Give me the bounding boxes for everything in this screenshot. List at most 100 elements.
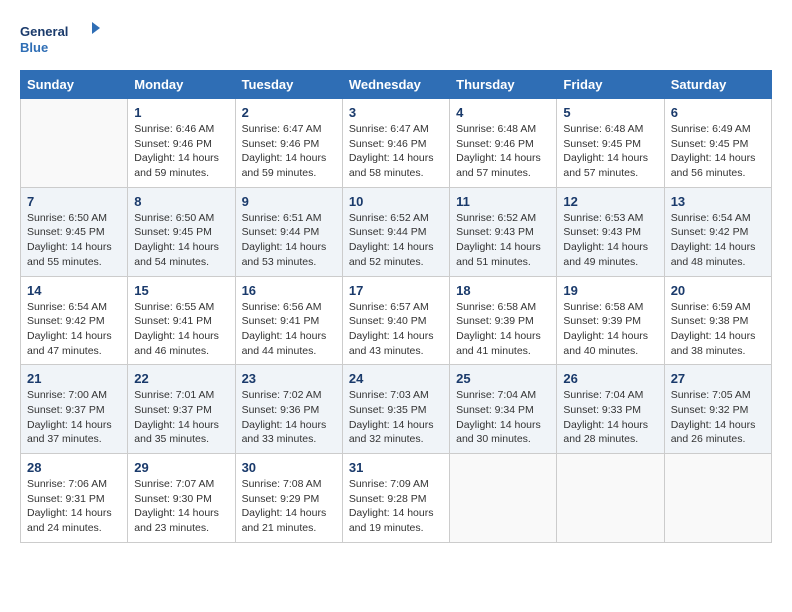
day-info: Sunrise: 6:55 AM Sunset: 9:41 PM Dayligh…	[134, 300, 228, 359]
day-info: Sunrise: 6:47 AM Sunset: 9:46 PM Dayligh…	[242, 122, 336, 181]
header-day-wednesday: Wednesday	[342, 71, 449, 99]
day-info: Sunrise: 6:58 AM Sunset: 9:39 PM Dayligh…	[563, 300, 657, 359]
header-row: SundayMondayTuesdayWednesdayThursdayFrid…	[21, 71, 772, 99]
day-number: 29	[134, 460, 228, 475]
calendar-cell: 28 Sunrise: 7:06 AM Sunset: 9:31 PM Dayli…	[21, 454, 128, 543]
day-number: 25	[456, 371, 550, 386]
day-info: Sunrise: 6:59 AM Sunset: 9:38 PM Dayligh…	[671, 300, 765, 359]
svg-text:General: General	[20, 24, 68, 39]
calendar-cell: 6Sunrise: 6:49 AM Sunset: 9:45 PM Daylig…	[664, 99, 771, 188]
calendar-cell: 9Sunrise: 6:51 AM Sunset: 9:44 PM Daylig…	[235, 187, 342, 276]
day-info: Sunrise: 6:50 AM Sunset: 9:45 PM Dayligh…	[27, 211, 121, 270]
day-info: Sunrise: 6:54 AM Sunset: 9:42 PM Dayligh…	[27, 300, 121, 359]
day-number: 14	[27, 283, 121, 298]
day-info: Sunrise: 7:05 AM Sunset: 9:32 PM Dayligh…	[671, 388, 765, 447]
calendar-cell: 22Sunrise: 7:01 AM Sunset: 9:37 PM Dayli…	[128, 365, 235, 454]
day-info: Sunrise: 6:46 AM Sunset: 9:46 PM Dayligh…	[134, 122, 228, 181]
day-number: 28	[27, 460, 121, 475]
calendar-cell: 8 Sunrise: 6:50 AM Sunset: 9:45 PM Daylig…	[128, 187, 235, 276]
calendar-cell: 27 Sunrise: 7:05 AM Sunset: 9:32 PM Dayli…	[664, 365, 771, 454]
day-number: 19	[563, 283, 657, 298]
day-info: Sunrise: 6:48 AM Sunset: 9:46 PM Dayligh…	[456, 122, 550, 181]
calendar-cell: 3 Sunrise: 6:47 AM Sunset: 9:46 PM Daylig…	[342, 99, 449, 188]
day-number: 2	[242, 105, 336, 120]
calendar-cell: 2 Sunrise: 6:47 AM Sunset: 9:46 PM Daylig…	[235, 99, 342, 188]
calendar-cell: 14 Sunrise: 6:54 AM Sunset: 9:42 PM Dayli…	[21, 276, 128, 365]
header-day-saturday: Saturday	[664, 71, 771, 99]
day-number: 20	[671, 283, 765, 298]
calendar-cell: 29Sunrise: 7:07 AM Sunset: 9:30 PM Dayli…	[128, 454, 235, 543]
calendar-cell: 5 Sunrise: 6:48 AM Sunset: 9:45 PM Daylig…	[557, 99, 664, 188]
calendar-cell	[21, 99, 128, 188]
day-info: Sunrise: 7:09 AM Sunset: 9:28 PM Dayligh…	[349, 477, 443, 536]
calendar-cell	[450, 454, 557, 543]
day-number: 11	[456, 194, 550, 209]
calendar-cell: 10Sunrise: 6:52 AM Sunset: 9:44 PM Dayli…	[342, 187, 449, 276]
header-day-thursday: Thursday	[450, 71, 557, 99]
day-number: 1	[134, 105, 228, 120]
calendar-cell: 26 Sunrise: 7:04 AM Sunset: 9:33 PM Dayli…	[557, 365, 664, 454]
day-number: 24	[349, 371, 443, 386]
week-row-4: 21Sunrise: 7:00 AM Sunset: 9:37 PM Dayli…	[21, 365, 772, 454]
day-number: 27	[671, 371, 765, 386]
calendar-cell: 23 Sunrise: 7:02 AM Sunset: 9:36 PM Dayli…	[235, 365, 342, 454]
calendar-cell: 12Sunrise: 6:53 AM Sunset: 9:43 PM Dayli…	[557, 187, 664, 276]
day-info: Sunrise: 6:51 AM Sunset: 9:44 PM Dayligh…	[242, 211, 336, 270]
day-number: 5	[563, 105, 657, 120]
header-day-monday: Monday	[128, 71, 235, 99]
logo-svg: General Blue	[20, 20, 100, 60]
day-info: Sunrise: 6:47 AM Sunset: 9:46 PM Dayligh…	[349, 122, 443, 181]
day-info: Sunrise: 6:58 AM Sunset: 9:39 PM Dayligh…	[456, 300, 550, 359]
calendar-cell: 11 Sunrise: 6:52 AM Sunset: 9:43 PM Dayli…	[450, 187, 557, 276]
calendar-cell: 24Sunrise: 7:03 AM Sunset: 9:35 PM Dayli…	[342, 365, 449, 454]
day-info: Sunrise: 6:50 AM Sunset: 9:45 PM Dayligh…	[134, 211, 228, 270]
day-number: 18	[456, 283, 550, 298]
calendar-cell: 17Sunrise: 6:57 AM Sunset: 9:40 PM Dayli…	[342, 276, 449, 365]
day-info: Sunrise: 7:04 AM Sunset: 9:34 PM Dayligh…	[456, 388, 550, 447]
calendar-cell: 18 Sunrise: 6:58 AM Sunset: 9:39 PM Dayli…	[450, 276, 557, 365]
day-number: 30	[242, 460, 336, 475]
week-row-1: 1 Sunrise: 6:46 AM Sunset: 9:46 PM Daylig…	[21, 99, 772, 188]
day-info: Sunrise: 6:48 AM Sunset: 9:45 PM Dayligh…	[563, 122, 657, 181]
header-day-sunday: Sunday	[21, 71, 128, 99]
calendar-cell: 20 Sunrise: 6:59 AM Sunset: 9:38 PM Dayli…	[664, 276, 771, 365]
day-info: Sunrise: 6:54 AM Sunset: 9:42 PM Dayligh…	[671, 211, 765, 270]
svg-text:Blue: Blue	[20, 40, 48, 55]
day-number: 3	[349, 105, 443, 120]
day-number: 12	[563, 194, 657, 209]
logo: General Blue	[20, 20, 100, 60]
calendar-table: SundayMondayTuesdayWednesdayThursdayFrid…	[20, 70, 772, 543]
header-day-tuesday: Tuesday	[235, 71, 342, 99]
day-info: Sunrise: 6:49 AM Sunset: 9:45 PM Dayligh…	[671, 122, 765, 181]
calendar-cell: 25 Sunrise: 7:04 AM Sunset: 9:34 PM Dayli…	[450, 365, 557, 454]
day-info: Sunrise: 6:52 AM Sunset: 9:43 PM Dayligh…	[456, 211, 550, 270]
day-number: 26	[563, 371, 657, 386]
day-info: Sunrise: 7:04 AM Sunset: 9:33 PM Dayligh…	[563, 388, 657, 447]
day-number: 4	[456, 105, 550, 120]
week-row-3: 14 Sunrise: 6:54 AM Sunset: 9:42 PM Dayli…	[21, 276, 772, 365]
day-info: Sunrise: 6:57 AM Sunset: 9:40 PM Dayligh…	[349, 300, 443, 359]
calendar-cell: 19 Sunrise: 6:58 AM Sunset: 9:39 PM Dayli…	[557, 276, 664, 365]
calendar-cell: 31 Sunrise: 7:09 AM Sunset: 9:28 PM Dayli…	[342, 454, 449, 543]
calendar-cell: 21Sunrise: 7:00 AM Sunset: 9:37 PM Dayli…	[21, 365, 128, 454]
calendar-cell	[664, 454, 771, 543]
calendar-cell: 4 Sunrise: 6:48 AM Sunset: 9:46 PM Daylig…	[450, 99, 557, 188]
day-number: 8	[134, 194, 228, 209]
calendar-cell: 7 Sunrise: 6:50 AM Sunset: 9:45 PM Daylig…	[21, 187, 128, 276]
calendar-cell: 1 Sunrise: 6:46 AM Sunset: 9:46 PM Daylig…	[128, 99, 235, 188]
day-info: Sunrise: 7:02 AM Sunset: 9:36 PM Dayligh…	[242, 388, 336, 447]
page-header: General Blue	[20, 20, 772, 60]
calendar-cell: 13Sunrise: 6:54 AM Sunset: 9:42 PM Dayli…	[664, 187, 771, 276]
day-info: Sunrise: 6:56 AM Sunset: 9:41 PM Dayligh…	[242, 300, 336, 359]
calendar-cell: 30Sunrise: 7:08 AM Sunset: 9:29 PM Dayli…	[235, 454, 342, 543]
day-number: 22	[134, 371, 228, 386]
day-number: 10	[349, 194, 443, 209]
header-day-friday: Friday	[557, 71, 664, 99]
day-info: Sunrise: 7:06 AM Sunset: 9:31 PM Dayligh…	[27, 477, 121, 536]
day-number: 15	[134, 283, 228, 298]
day-number: 23	[242, 371, 336, 386]
week-row-2: 7 Sunrise: 6:50 AM Sunset: 9:45 PM Daylig…	[21, 187, 772, 276]
day-number: 7	[27, 194, 121, 209]
day-number: 31	[349, 460, 443, 475]
calendar-cell	[557, 454, 664, 543]
